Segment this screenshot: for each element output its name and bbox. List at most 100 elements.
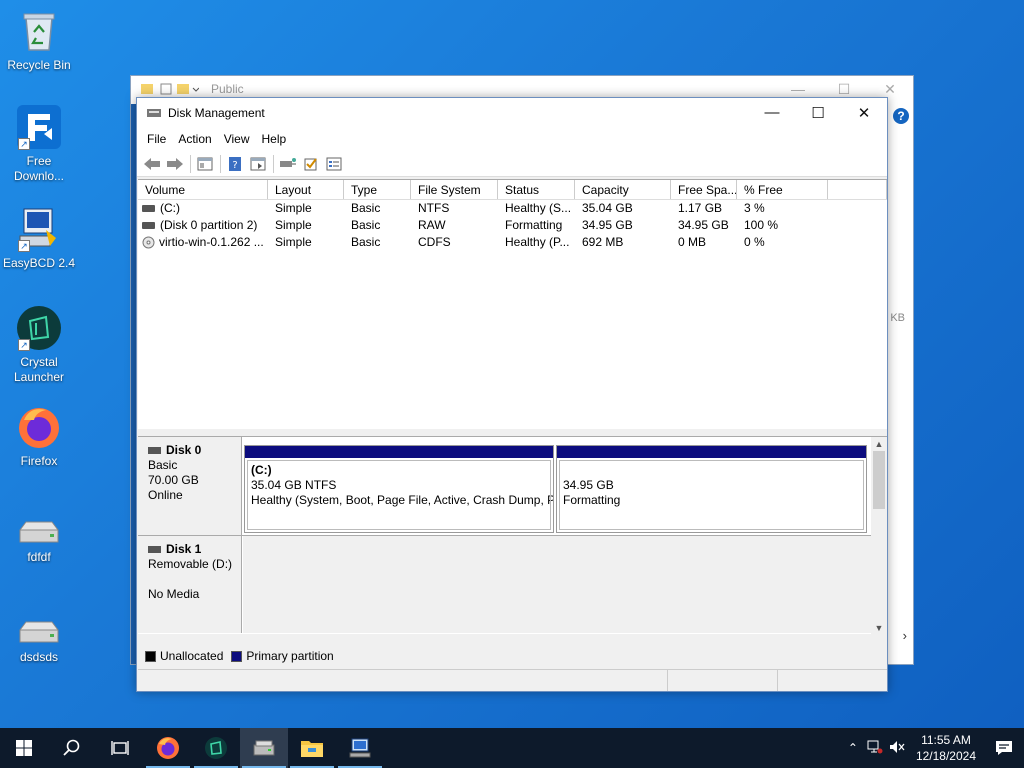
action-center-button[interactable] — [984, 728, 1024, 768]
volume-name: virtio-win-0.1.262 ... — [159, 235, 264, 249]
help-icon[interactable]: ? — [893, 108, 909, 124]
volume-list[interactable]: Volume Layout Type File System Status Ca… — [138, 179, 887, 429]
disk-1-label[interactable]: Disk 1 Removable (D:) No Media — [138, 536, 242, 633]
legend: Unallocated Primary partition — [138, 646, 342, 666]
table-cell: 3 % — [744, 201, 765, 215]
vertical-scrollbar[interactable]: ▲ ▼ — [871, 437, 887, 635]
cd-icon — [142, 236, 155, 249]
task-view-button[interactable] — [96, 728, 144, 768]
taskbar-file-explorer[interactable] — [288, 728, 336, 768]
desktop-icon-fdfdf[interactable]: fdfdf — [0, 518, 78, 565]
disk-management-window[interactable]: Disk Management — ☐ ✕ File Action View H… — [136, 97, 888, 692]
scroll-up-icon[interactable]: ▲ — [871, 437, 887, 451]
legend-primary: Primary partition — [231, 649, 334, 663]
help-button[interactable]: ? — [224, 154, 246, 174]
scroll-down-icon[interactable]: ▼ — [871, 621, 887, 635]
disk-1-empty-area — [243, 536, 871, 633]
column-header-capacity[interactable]: Capacity — [575, 180, 671, 199]
menu-action[interactable]: Action — [172, 132, 217, 146]
table-row[interactable]: (Disk 0 partition 2) Simple Basic RAW Fo… — [138, 217, 887, 234]
close-button[interactable]: ✕ — [841, 98, 887, 127]
table-cell: Simple — [275, 218, 312, 232]
disk-0-label[interactable]: Disk 0 Basic 70.00 GB Online — [138, 437, 242, 535]
table-cell: 0 % — [744, 235, 765, 249]
desktop-icon-easybcd[interactable]: ↗ EasyBCD 2.4 — [0, 206, 78, 271]
disk-1-row[interactable]: Disk 1 Removable (D:) No Media — [138, 535, 871, 633]
quick-access-toolbar-icon — [141, 83, 199, 95]
partition-frame — [247, 460, 551, 530]
disk-type: Removable (D:) — [148, 557, 233, 571]
menu-file[interactable]: File — [141, 132, 172, 146]
desktop-icon-label: Firefox — [20, 454, 58, 468]
volume-name: (Disk 0 partition 2) — [160, 218, 258, 232]
crystal-launcher-icon: ↗ — [16, 305, 62, 351]
partition-2[interactable]: 34.95 GB Formatting — [556, 445, 867, 533]
taskbar-firefox[interactable] — [144, 728, 192, 768]
network-icon[interactable] — [864, 740, 886, 757]
show-hide-button[interactable] — [247, 154, 269, 174]
desktop-icon-recycle-bin[interactable]: Recycle Bin — [0, 8, 78, 73]
scrollbar-thumb[interactable] — [873, 451, 885, 509]
help-book-icon: ? — [229, 156, 241, 171]
column-header-free-space[interactable]: Free Spa... — [671, 180, 737, 199]
table-cell: Simple — [275, 235, 312, 249]
window-pane-icon — [250, 157, 266, 170]
desktop-icon-firefox[interactable]: Firefox — [0, 404, 78, 469]
minimize-button[interactable]: — — [749, 98, 795, 127]
console-tree-icon — [197, 157, 213, 170]
table-cell: Simple — [275, 201, 312, 215]
forward-button[interactable] — [164, 154, 186, 174]
search-button[interactable] — [48, 728, 96, 768]
checklist-icon — [304, 157, 317, 170]
toolbar: ? — [137, 151, 887, 177]
drive-icon — [16, 618, 62, 646]
menu-help[interactable]: Help — [256, 132, 293, 146]
column-header-volume[interactable]: Volume — [138, 180, 268, 199]
column-header-file-system[interactable]: File System — [411, 180, 498, 199]
clock-time: 11:55 AM — [921, 733, 971, 747]
column-header-status[interactable]: Status — [498, 180, 575, 199]
taskbar-computer-management[interactable] — [336, 728, 384, 768]
clock[interactable]: 11:55 AM 12/18/2024 — [908, 732, 984, 764]
legend-label: Primary partition — [246, 649, 334, 663]
column-header-layout[interactable]: Layout — [268, 180, 344, 199]
volume-list-header: Volume Layout Type File System Status Ca… — [138, 180, 887, 200]
taskbar-disk-management[interactable] — [240, 728, 288, 768]
connect-button[interactable] — [277, 154, 299, 174]
properties-button[interactable] — [300, 154, 322, 174]
view-options-button[interactable] — [323, 154, 345, 174]
table-cell: RAW — [418, 218, 446, 232]
disk-graphical-view[interactable]: Disk 0 Basic 70.00 GB Online (C:) 35.04 … — [138, 436, 887, 635]
disk-0-row[interactable]: Disk 0 Basic 70.00 GB Online (C:) 35.04 … — [138, 437, 871, 535]
drive-icon — [16, 518, 62, 546]
partition-c[interactable]: (C:) 35.04 GB NTFS Healthy (System, Boot… — [244, 445, 554, 533]
table-cell: 34.95 GB — [678, 218, 729, 232]
table-cell: Basic — [351, 218, 381, 232]
firefox-icon — [157, 737, 179, 759]
taskbar-crystal-launcher[interactable] — [192, 728, 240, 768]
back-button[interactable] — [141, 154, 163, 174]
column-header-type[interactable]: Type — [344, 180, 411, 199]
status-pane — [668, 670, 778, 691]
desktop-icon-free-download[interactable]: ↗ Free Downlo... — [0, 104, 78, 184]
legend-label: Unallocated — [160, 649, 224, 663]
table-row[interactable]: virtio-win-0.1.262 ... Simple Basic CDFS… — [138, 234, 887, 251]
console-tree-button[interactable] — [194, 154, 216, 174]
arrow-left-icon — [144, 157, 160, 170]
desktop-icon-crystal-launcher[interactable]: ↗ Crystal Launcher — [0, 305, 78, 385]
volume-muted-icon[interactable] — [886, 740, 908, 757]
start-button[interactable] — [0, 728, 48, 768]
chevron-up-icon[interactable]: ⌃ — [842, 741, 864, 755]
column-header-percent-free[interactable]: % Free — [737, 180, 828, 199]
legend-swatch — [145, 650, 156, 662]
desktop-icon-dsdsds[interactable]: dsdsds — [0, 618, 78, 665]
maximize-button[interactable]: ☐ — [795, 98, 841, 127]
free-download-manager-icon: ↗ — [16, 104, 62, 150]
table-cell: CDFS — [418, 235, 451, 249]
chevron-right-icon[interactable]: › — [903, 628, 907, 643]
desktop-icon-label: Free Downlo... — [13, 154, 65, 183]
window-controls: — ☐ ✕ — [749, 98, 887, 127]
taskbar: ⌃ 11:55 AM 12/18/2024 — [0, 728, 1024, 768]
menu-view[interactable]: View — [218, 132, 256, 146]
table-row[interactable]: (C:) Simple Basic NTFS Healthy (S... 35.… — [138, 200, 887, 217]
